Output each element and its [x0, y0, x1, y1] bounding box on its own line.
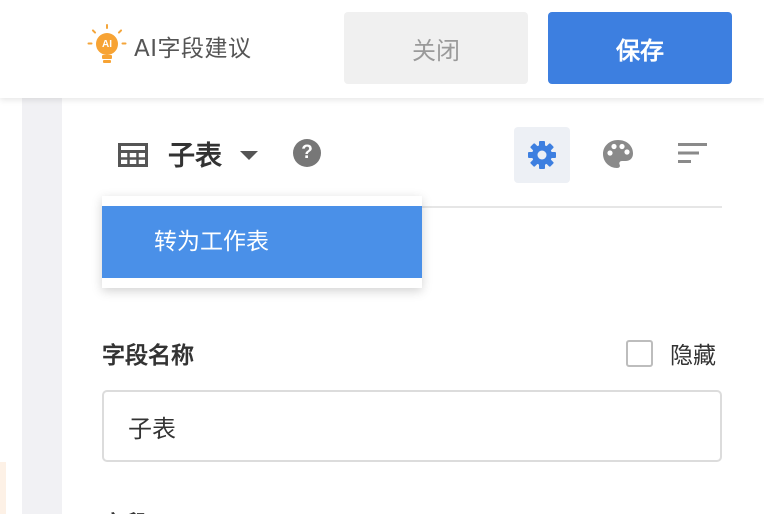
field-name-input[interactable]: [102, 390, 722, 462]
close-button[interactable]: 关闭: [344, 12, 528, 84]
app-root: AI AI字段建议 关闭 保存 子表 ? 转为工作表 字段名称 隐藏 子表: [0, 0, 764, 514]
ai-suggestion-label: AI字段建议: [134, 36, 252, 62]
menu-item-convert-to-worksheet[interactable]: 转为工作表: [102, 206, 422, 278]
hide-label: 隐藏: [670, 343, 716, 369]
help-icon[interactable]: ?: [293, 139, 321, 167]
ai-field-suggestion[interactable]: AI AI字段建议: [87, 24, 252, 68]
next-section-label: 字段: [102, 505, 148, 514]
sort-icon[interactable]: [678, 142, 708, 164]
settings-tab[interactable]: [514, 127, 570, 183]
gear-icon: [528, 141, 556, 169]
left-gutter: [0, 98, 22, 514]
field-type-dropdown: 转为工作表: [102, 196, 422, 288]
save-button[interactable]: 保存: [548, 12, 732, 84]
table-icon: [118, 143, 148, 167]
field-type-title[interactable]: 子表: [168, 134, 222, 173]
palette-icon[interactable]: [602, 139, 634, 169]
left-panel-highlight: [0, 462, 6, 514]
lightbulb-icon: AI: [87, 24, 127, 68]
chevron-down-icon[interactable]: [240, 151, 258, 160]
header-bar: AI AI字段建议 关闭 保存: [0, 0, 764, 98]
field-name-label: 字段名称: [102, 343, 194, 369]
left-panel-edge: [22, 98, 62, 514]
field-toolbar: 子表 ?: [102, 120, 722, 208]
hide-toggle[interactable]: 隐藏: [626, 337, 716, 369]
hide-checkbox[interactable]: [626, 339, 653, 367]
ai-badge: AI: [96, 33, 118, 55]
